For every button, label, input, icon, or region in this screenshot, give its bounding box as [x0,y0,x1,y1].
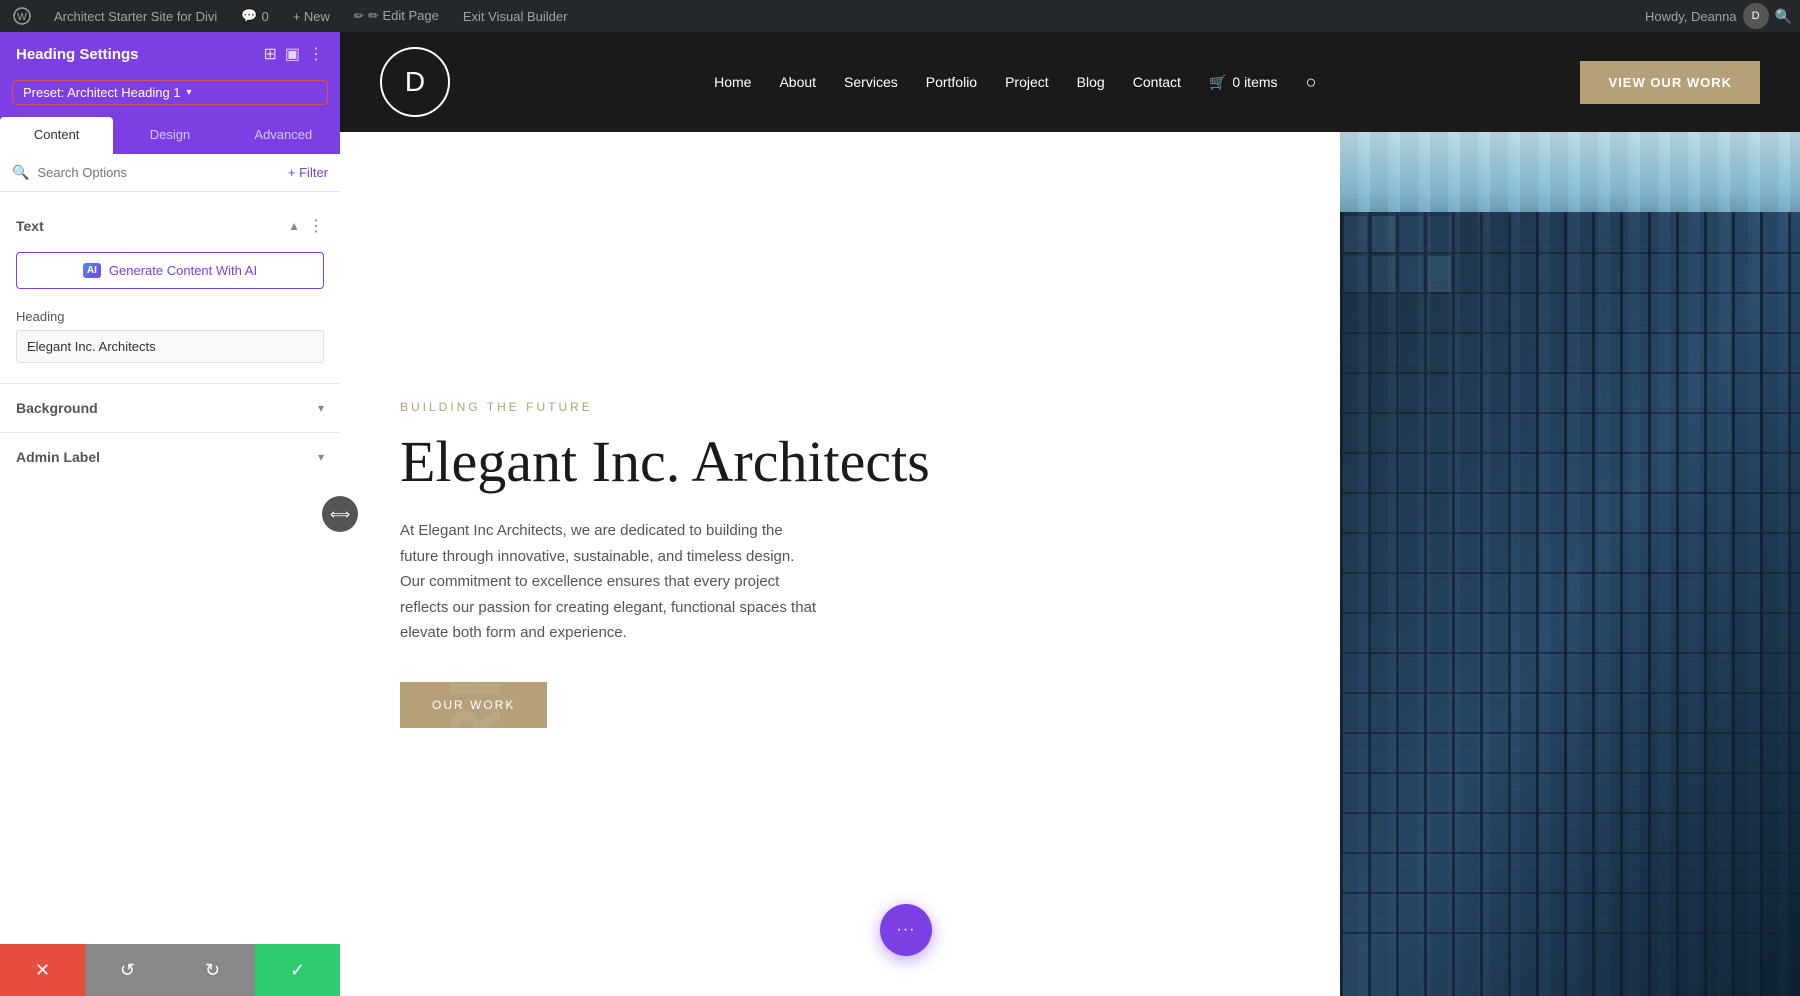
chevron-down-icon: ▾ [187,87,192,98]
expand-icon: ▾ [318,401,324,415]
nav-contact[interactable]: Contact [1133,74,1181,90]
divider [0,383,340,384]
preset-selector[interactable]: Preset: Architect Heading 1 ▾ [12,80,328,105]
panel-header: Heading Settings ⊞ ▣ ⋮ [0,32,340,76]
main-layout: Heading Settings ⊞ ▣ ⋮ Preset: Architect… [0,0,1800,996]
nav-services[interactable]: Services [844,74,898,90]
panel-header-icons: ⊞ ▣ ⋮ [263,44,324,64]
exit-visual-builder-link[interactable]: Exit Visual Builder [457,9,574,24]
preview-area: D Home About Services Portfolio Project … [340,32,1800,996]
user-info: Howdy, Deanna D 🔍 [1645,3,1792,29]
heading-settings-panel: Heading Settings ⊞ ▣ ⋮ Preset: Architect… [0,32,340,996]
filter-button[interactable]: + Filter [288,165,328,180]
fab-button[interactable]: ··· [880,904,932,956]
nav-about[interactable]: About [779,74,816,90]
nav-blog[interactable]: Blog [1077,74,1105,90]
text-section: Text ▲ ⋮ AI Generate Content With AI Hea… [0,204,340,379]
text-section-header[interactable]: Text ▲ ⋮ [0,208,340,244]
panel-tabs: Content Design Advanced [0,117,340,154]
split-view-icon[interactable]: ▣ [285,44,300,64]
visual-mode-icon[interactable]: ⊞ [263,44,276,64]
building-svg [1340,132,1800,996]
ai-icon: AI [83,263,101,278]
new-content-link[interactable]: + New [287,9,336,24]
panel-content: Text ▲ ⋮ AI Generate Content With AI Hea… [0,192,340,944]
save-button[interactable]: ✓ [255,944,340,996]
svg-text:W: W [17,12,27,23]
panel-resize-handle[interactable]: ⟺ [322,496,358,532]
search-icon: 🔍 [12,164,29,181]
hero-subtitle: BUILDING THE FUTURE [400,400,1280,414]
avatar: D [1743,3,1769,29]
our-work-overlay: ouR WORK [435,639,517,996]
resize-icon: ⟺ [330,506,350,523]
nav-cart[interactable]: 🛒 0 items [1209,74,1278,91]
more-options-icon[interactable]: ⋮ [308,44,324,64]
wp-logo-icon[interactable]: W [8,2,36,30]
tab-design[interactable]: Design [113,117,226,154]
tab-content[interactable]: Content [0,117,113,154]
preset-bar: Preset: Architect Heading 1 ▾ [0,76,340,117]
comments-link[interactable]: 💬 0 [235,8,274,24]
hero-description: At Elegant Inc Architects, we are dedica… [400,518,820,646]
hero-section: BUILDING THE FUTURE Elegant Inc. Archite… [340,132,1800,996]
collapse-icon: ▲ [288,219,300,233]
admin-label-section: Admin Label ▾ [0,437,340,477]
site-nav: Home About Services Portfolio Project Bl… [714,72,1316,93]
generate-ai-button[interactable]: AI Generate Content With AI [16,252,324,289]
heading-field-group: Heading [0,305,340,375]
search-bar: 🔍 + Filter [0,154,340,192]
panel-title: Heading Settings [16,46,139,63]
panel-footer: ✕ ↺ ↻ ✓ [0,944,340,996]
wp-admin-bar: W Architect Starter Site for Divi 💬 0 + … [0,0,1800,32]
edit-page-link[interactable]: ✏ ✏ Edit Page [348,8,445,24]
background-section: Background ▾ [0,388,340,428]
heading-input[interactable] [16,330,324,363]
site-header: D Home About Services Portfolio Project … [340,32,1800,132]
section-more-icon[interactable]: ⋮ [308,216,324,236]
cancel-button[interactable]: ✕ [0,944,85,996]
nav-search-icon[interactable]: ○ [1306,72,1317,93]
cart-icon: 🛒 [1209,74,1226,91]
undo-button[interactable]: ↺ [85,944,170,996]
divider-2 [0,432,340,433]
pencil-icon: ✏ [354,9,364,23]
nav-portfolio[interactable]: Portfolio [926,74,977,90]
redo-button[interactable]: ↻ [170,944,255,996]
building-image [1340,132,1800,996]
search-options-input[interactable] [37,165,279,180]
search-icon[interactable]: 🔍 [1775,8,1792,25]
site-name-link[interactable]: Architect Starter Site for Divi [48,9,223,24]
hero-image [1340,132,1800,996]
nav-project[interactable]: Project [1005,74,1049,90]
hero-title: Elegant Inc. Architects [400,430,1280,494]
nav-home[interactable]: Home [714,74,751,90]
comment-icon: 💬 [241,8,257,24]
site-logo: D [380,47,450,117]
heading-label: Heading [16,309,324,324]
tab-advanced[interactable]: Advanced [227,117,340,154]
background-section-header[interactable]: Background ▾ [0,392,340,424]
expand-icon-2: ▾ [318,450,324,464]
view-our-work-button[interactable]: VIEW OUR WORK [1580,61,1760,104]
admin-label-section-header[interactable]: Admin Label ▾ [0,441,340,473]
